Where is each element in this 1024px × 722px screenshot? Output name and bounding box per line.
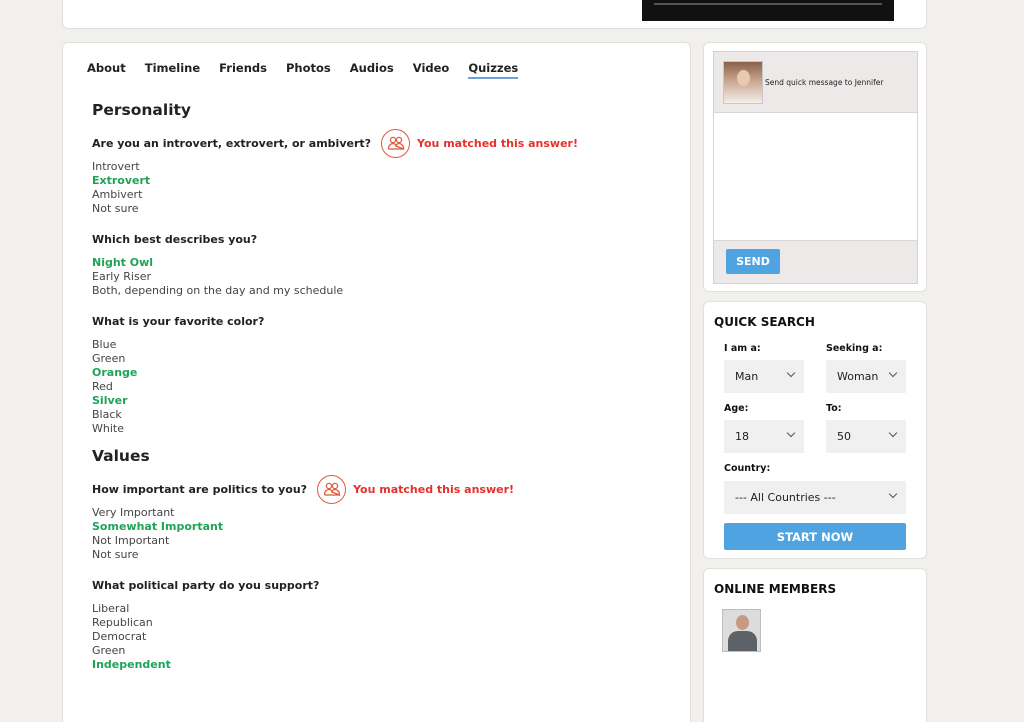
answer-list: Night Owl Early Riser Both, depending on t… xyxy=(92,256,672,298)
message-label: Send quick message to Jennifer xyxy=(765,77,884,87)
seeking-label: Seeking a: xyxy=(826,343,883,354)
answer-selected: Extrovert xyxy=(92,174,151,187)
tab-timeline[interactable]: Timeline xyxy=(145,61,200,79)
answer-option: Very Important xyxy=(92,506,175,519)
answer-option: Black xyxy=(92,408,122,421)
answer-option: Both, depending on the day and my schedu… xyxy=(92,284,344,297)
chevron-down-icon xyxy=(786,368,796,378)
i-am-select[interactable]: Man xyxy=(724,360,804,393)
quick-search-title: QUICK SEARCH xyxy=(714,315,815,329)
send-button[interactable]: SEND xyxy=(726,249,780,274)
answer-option: Introvert xyxy=(92,160,140,173)
answer-option: Not sure xyxy=(92,202,139,215)
match-text: You matched this answer! xyxy=(353,482,515,496)
answer-list: Blue Green Orange Red Silver Black White xyxy=(92,338,672,436)
i-am-value: Man xyxy=(735,370,759,383)
answer-option: Ambivert xyxy=(92,188,143,201)
quiz-question: What political party do you support? xyxy=(92,573,672,597)
match-people-icon xyxy=(381,128,411,158)
chevron-down-icon xyxy=(888,489,898,499)
match-indicator: You matched this answer! xyxy=(317,474,515,504)
tab-about[interactable]: About xyxy=(87,61,126,79)
answer-list: Introvert Extrovert Ambivert Not sure xyxy=(92,160,672,216)
question-text: What political party do you support? xyxy=(92,578,320,592)
age-from-select[interactable]: 18 xyxy=(724,420,804,453)
member-avatar[interactable] xyxy=(722,609,761,652)
match-indicator: You matched this answer! xyxy=(381,128,578,158)
age-label: Age: xyxy=(724,403,749,414)
answer-option: Not sure xyxy=(92,548,139,561)
answer-option: Democrat xyxy=(92,630,147,643)
chevron-down-icon xyxy=(888,428,898,438)
video-progress-bar[interactable] xyxy=(654,3,882,5)
section-title: Values xyxy=(92,447,150,465)
answer-selected: Night Owl xyxy=(92,256,154,269)
answer-list: Liberal Republican Democrat Green Independen… xyxy=(92,602,672,672)
answer-selected: Somewhat Important xyxy=(92,520,224,533)
message-textarea[interactable] xyxy=(714,112,917,241)
question-text: What is your favorite color? xyxy=(92,314,265,328)
question-text: Are you an introvert, extrovert, or ambi… xyxy=(92,136,372,150)
quick-search-card: QUICK SEARCH I am a: Seeking a: Man Woma… xyxy=(703,301,927,559)
message-header: Send quick message to Jennifer xyxy=(714,52,917,112)
profile-main-card: About Timeline Friends Photos Audios Vid… xyxy=(62,42,691,722)
section-title: Personality xyxy=(92,101,192,119)
to-label: To: xyxy=(826,403,842,414)
age-to-value: 50 xyxy=(837,430,851,443)
answer-option: Early Riser xyxy=(92,270,151,283)
tab-friends[interactable]: Friends xyxy=(219,61,267,79)
tab-quizzes[interactable]: Quizzes xyxy=(468,61,519,79)
quiz-question: What is your favorite color? xyxy=(92,309,672,333)
quick-message-card: Send quick message to Jennifer SEND xyxy=(703,42,927,292)
answer-selected: Orange xyxy=(92,366,138,379)
seeking-value: Woman xyxy=(837,370,879,383)
tab-video[interactable]: Video xyxy=(413,61,450,79)
answer-option: Republican xyxy=(92,616,153,629)
quiz-content: Personality Are you an introvert, extrove… xyxy=(92,101,672,683)
jennifer-avatar[interactable] xyxy=(723,60,763,104)
tab-audios[interactable]: Audios xyxy=(350,61,394,79)
tab-photos[interactable]: Photos xyxy=(286,61,331,79)
country-value: --- All Countries --- xyxy=(735,491,836,504)
match-people-icon xyxy=(317,474,347,504)
i-am-label: I am a: xyxy=(724,343,761,354)
country-select[interactable]: --- All Countries --- xyxy=(724,481,906,514)
answer-option: Not Important xyxy=(92,534,170,547)
seeking-select[interactable]: Woman xyxy=(826,360,906,393)
question-text: Which best describes you? xyxy=(92,232,258,246)
answer-option: Green xyxy=(92,644,126,657)
country-label: Country: xyxy=(724,463,771,474)
match-text: You matched this answer! xyxy=(417,136,578,150)
video-player[interactable] xyxy=(642,0,894,21)
question-text: How important are politics to you? xyxy=(92,482,308,496)
chevron-down-icon xyxy=(786,428,796,438)
age-to-select[interactable]: 50 xyxy=(826,420,906,453)
answer-option: Liberal xyxy=(92,602,130,615)
online-members-card: ONLINE MEMBERS xyxy=(703,568,927,722)
answer-option: Green xyxy=(92,352,126,365)
quiz-question: Which best describes you? xyxy=(92,227,672,251)
profile-tabs: About Timeline Friends Photos Audios Vid… xyxy=(87,61,537,79)
answer-selected: Silver xyxy=(92,394,128,407)
answer-option: White xyxy=(92,422,124,435)
start-now-button[interactable]: START NOW xyxy=(724,523,906,550)
age-from-value: 18 xyxy=(735,430,749,443)
chevron-down-icon xyxy=(888,368,898,378)
message-box: Send quick message to Jennifer SEND xyxy=(713,51,918,284)
answer-option: Red xyxy=(92,380,113,393)
quiz-question: How important are politics to you? You ma… xyxy=(92,474,672,504)
answer-option: Blue xyxy=(92,338,117,351)
online-members-title: ONLINE MEMBERS xyxy=(714,582,837,596)
answer-selected: Independent xyxy=(92,658,171,671)
quiz-question: Are you an introvert, extrovert, or ambi… xyxy=(92,128,672,158)
answer-list: Very Important Somewhat Important Not Impo… xyxy=(92,506,672,562)
